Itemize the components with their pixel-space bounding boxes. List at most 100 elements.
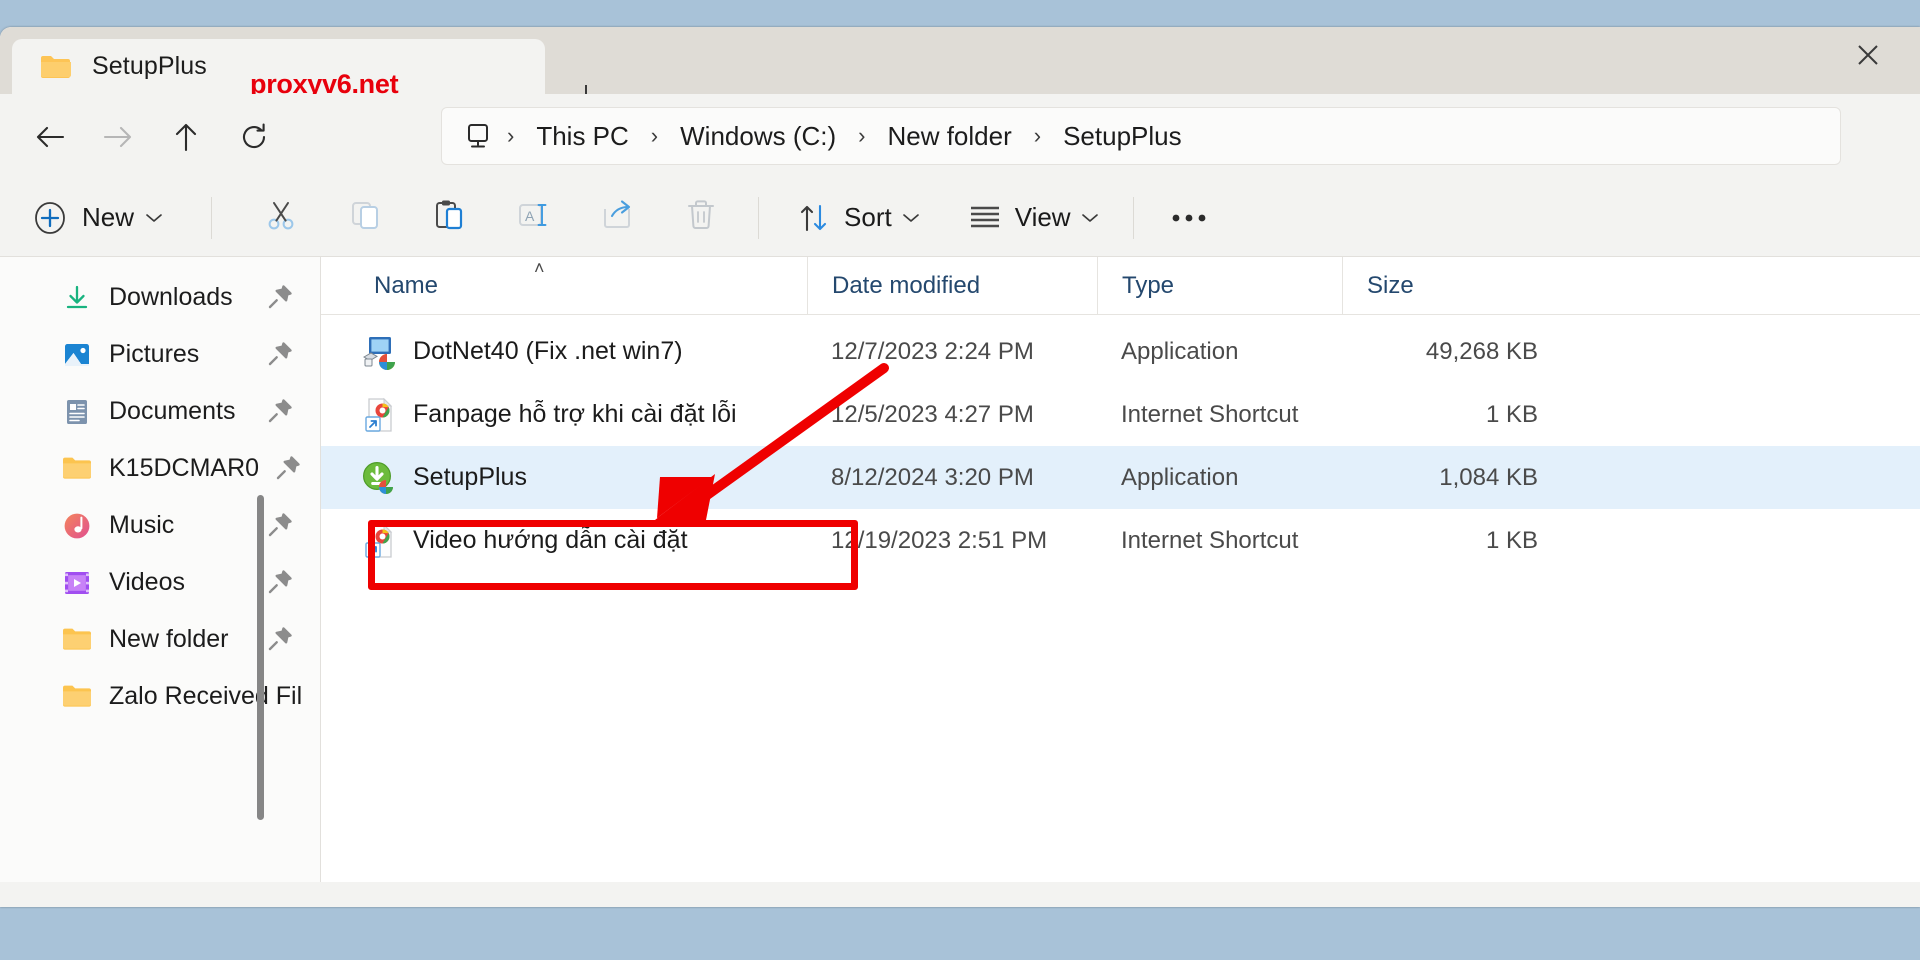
column-header-row: Name ˄ Date modified Type Size: [321, 256, 1920, 315]
breadcrumb-item-this-pc[interactable]: This PC: [528, 119, 636, 154]
file-name-cell: Video hướng dẫn cài đặt: [321, 523, 807, 559]
file-size: 1 KB: [1485, 400, 1538, 428]
file-date-modified: 12/5/2023 4:27 PM: [831, 400, 1034, 428]
chevron-down-icon: [145, 212, 163, 224]
breadcrumb-item-setupplus[interactable]: SetupPlus: [1055, 119, 1190, 154]
documents-icon: [62, 397, 92, 427]
arrow-up-icon[interactable]: [159, 110, 213, 164]
ellipsis-icon: [1172, 214, 1205, 221]
sidebar-item-label: Videos: [109, 568, 185, 596]
file-name-cell: Fanpage hỗ trợ khi cài đặt lỗi: [321, 397, 807, 433]
breadcrumb-separator: ›: [858, 123, 866, 148]
sidebar-item-music[interactable]: Music: [8, 497, 312, 554]
table-row[interactable]: Fanpage hỗ trợ khi cài đặt lỗi 12/5/2023…: [321, 383, 1920, 446]
column-header-date-modified[interactable]: Date modified: [807, 256, 1097, 315]
folder-icon: [40, 54, 72, 80]
tab-title: SetupPlus: [92, 52, 207, 80]
tab-strip: SetupPlus proxyv6.net: [12, 39, 545, 99]
folder-icon: [62, 454, 92, 484]
breadcrumb-separator: ›: [650, 123, 659, 148]
share-button[interactable]: [586, 190, 648, 246]
internet-shortcut-icon: [361, 397, 397, 433]
file-date-modified: 12/19/2023 2:51 PM: [831, 526, 1048, 554]
sort-ascending-icon: ˄: [534, 257, 545, 278]
sidebar-item-documents[interactable]: Documents: [8, 383, 312, 440]
table-row[interactable]: Video hướng dẫn cài đặt 12/19/2023 2:51 …: [321, 509, 1920, 572]
sort-button-label: Sort: [844, 202, 892, 232]
file-size: 1 KB: [1485, 526, 1538, 554]
content-area: Downloads Pictures Documents K15DCMAR0 M…: [0, 256, 1920, 882]
msi-installer-icon: [361, 334, 397, 370]
cut-button[interactable]: [250, 190, 312, 246]
table-row[interactable]: SetupPlus 8/12/2024 3:20 PM Application …: [321, 446, 1920, 509]
view-button-label: View: [1014, 202, 1071, 232]
address-row: › This PC › Windows (C:) › New folder › …: [0, 94, 1920, 179]
column-header-type[interactable]: Type: [1097, 256, 1342, 315]
toolbar-divider: [211, 196, 213, 239]
pin-icon[interactable]: [275, 455, 301, 486]
pin-icon[interactable]: [267, 398, 293, 429]
svg-text:A: A: [525, 208, 535, 224]
view-button[interactable]: View: [956, 190, 1111, 246]
file-date-modified: 8/12/2024 3:20 PM: [831, 463, 1034, 491]
sidebar-item-downloads[interactable]: Downloads: [8, 269, 312, 326]
trash-icon: [684, 198, 718, 237]
sidebar-item-zalo-received-files[interactable]: Zalo Received Fil: [8, 668, 312, 725]
breadcrumb-item-new-folder[interactable]: New folder: [879, 119, 1019, 154]
refresh-icon[interactable]: [227, 110, 281, 164]
file-explorer-window: SetupPlus proxyv6.net › This PC › Window…: [0, 27, 1920, 907]
file-type: Internet Shortcut: [1121, 400, 1299, 428]
table-row[interactable]: DotNet40 (Fix .net win7) 12/7/2023 2:24 …: [321, 320, 1920, 383]
rename-button[interactable]: A: [502, 190, 564, 246]
sidebar-item-new-folder[interactable]: New folder: [8, 611, 312, 668]
pin-icon[interactable]: [267, 512, 293, 543]
file-date-modified: 12/7/2023 2:24 PM: [831, 337, 1034, 365]
sidebar-item-label: Pictures: [109, 340, 200, 368]
breadcrumb-item-windows-c[interactable]: Windows (C:): [672, 119, 844, 154]
overflow-menu-button[interactable]: [1156, 190, 1222, 246]
folder-icon: [62, 682, 92, 712]
this-pc-icon: [463, 122, 493, 150]
delete-button[interactable]: [670, 190, 732, 246]
column-header-name[interactable]: Name ˄: [321, 257, 807, 315]
file-type: Internet Shortcut: [1121, 526, 1299, 554]
file-name: SetupPlus: [413, 463, 527, 491]
copy-icon: [348, 198, 382, 237]
pin-icon[interactable]: [267, 626, 293, 657]
copy-button[interactable]: [334, 190, 396, 246]
breadcrumb: › This PC › Windows (C:) › New folder › …: [493, 119, 1190, 154]
file-name: Fanpage hỗ trợ khi cài đặt lỗi: [413, 400, 737, 428]
file-name-cell: SetupPlus: [321, 460, 807, 496]
address-bar[interactable]: › This PC › Windows (C:) › New folder › …: [441, 107, 1841, 165]
arrow-left-icon[interactable]: [23, 110, 77, 164]
column-header-label: Name: [374, 271, 439, 299]
file-name-cell: DotNet40 (Fix .net win7): [321, 334, 807, 370]
sidebar-item-videos[interactable]: Videos: [8, 554, 312, 611]
title-bar: SetupPlus proxyv6.net: [0, 27, 1920, 105]
column-header-label: Size: [1367, 271, 1414, 299]
arrow-right-icon: [91, 110, 145, 164]
pin-icon[interactable]: [267, 341, 293, 372]
file-type: Application: [1121, 337, 1239, 365]
close-icon[interactable]: [1852, 39, 1884, 71]
pin-icon[interactable]: [267, 284, 293, 315]
file-size: 49,268 KB: [1425, 337, 1538, 365]
sidebar-item-k15dcmar0[interactable]: K15DCMAR0: [8, 440, 312, 497]
column-header-size[interactable]: Size: [1342, 256, 1592, 315]
plus-circle-icon: [32, 200, 68, 236]
command-bar: New A Sort View: [0, 179, 1920, 257]
file-name: Video hướng dẫn cài đặt: [413, 526, 688, 554]
pin-icon[interactable]: [267, 569, 293, 600]
internet-shortcut-icon: [361, 523, 397, 559]
sidebar-scrollbar[interactable]: [257, 495, 264, 820]
scissors-icon: [264, 198, 298, 237]
downloads-icon: [62, 283, 92, 313]
breadcrumb-separator: ›: [1033, 123, 1042, 148]
new-button[interactable]: New: [24, 192, 177, 244]
paste-button[interactable]: [418, 190, 480, 246]
navigation-pane[interactable]: Downloads Pictures Documents K15DCMAR0 M…: [0, 257, 321, 882]
sidebar-item-label: New folder: [109, 625, 229, 653]
sort-button[interactable]: Sort: [785, 190, 932, 246]
sidebar-item-pictures[interactable]: Pictures: [8, 326, 312, 383]
pictures-icon: [62, 340, 92, 370]
